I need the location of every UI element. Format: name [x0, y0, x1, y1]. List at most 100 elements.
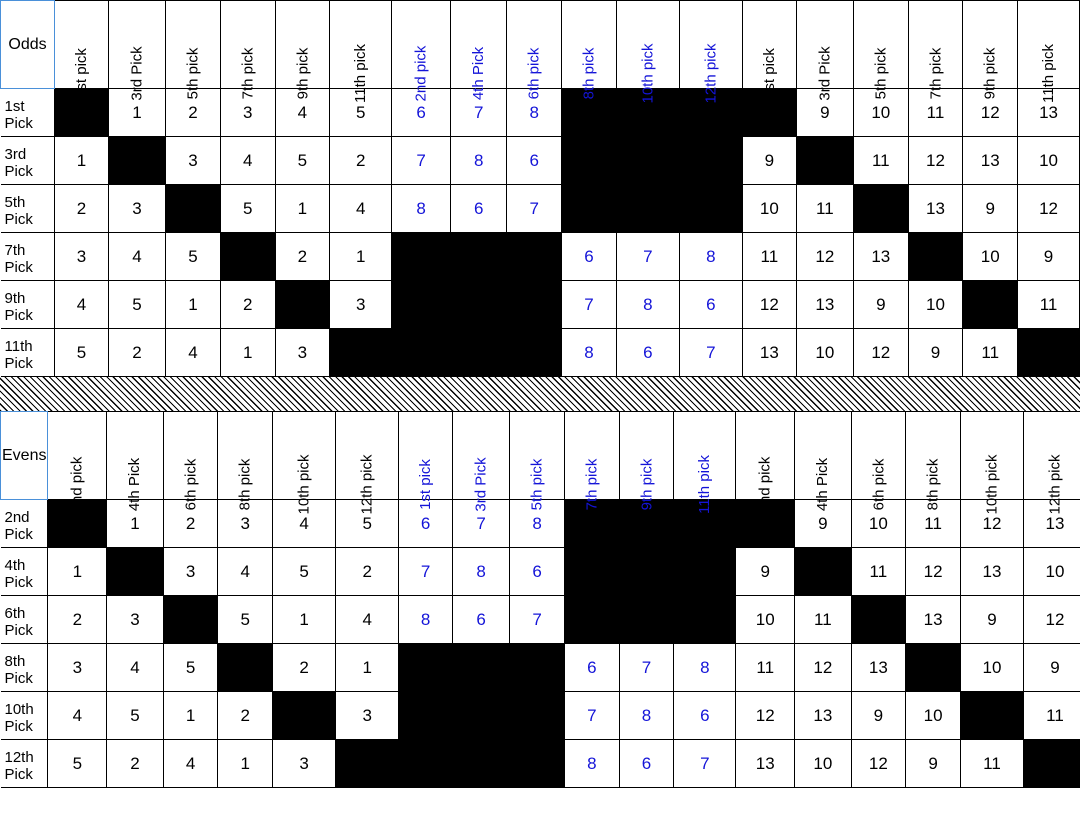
table-row: 11th Pick52413867131012911	[1, 329, 1080, 377]
cell-value: 2	[55, 185, 109, 233]
cell-value: 5	[108, 281, 165, 329]
cell-value: 6	[453, 596, 510, 644]
cell-black	[107, 548, 163, 596]
cell-black	[399, 740, 453, 788]
cell-value: 8	[619, 692, 674, 740]
cell-value: 9	[736, 548, 795, 596]
cell-black	[960, 692, 1023, 740]
cell-value: 6	[679, 281, 742, 329]
cell-value: 10	[906, 692, 961, 740]
column-header: 8th pick	[562, 1, 617, 89]
column-header: 9th pick	[963, 1, 1018, 89]
cell-value: 13	[960, 548, 1023, 596]
column-header: 10th pick	[960, 412, 1023, 500]
cell-value: 1	[273, 596, 336, 644]
cell-value: 6	[451, 185, 507, 233]
cell-value: 6	[510, 548, 565, 596]
row-header: 5th Pick	[1, 185, 55, 233]
cell-value: 2	[218, 692, 273, 740]
divider-hatch	[0, 377, 1080, 411]
cell-value: 8	[564, 740, 619, 788]
cell-value: 5	[163, 644, 218, 692]
row-header: 7th Pick	[1, 233, 55, 281]
column-header: 1st pick	[399, 412, 453, 500]
cell-value: 1	[166, 281, 221, 329]
column-header: 9th pick	[275, 1, 330, 89]
column-header: 6th pick	[851, 412, 906, 500]
cell-value: 13	[742, 329, 796, 377]
cell-value: 13	[795, 692, 851, 740]
cell-value: 7	[619, 644, 674, 692]
cell-value: 10	[1023, 548, 1080, 596]
cell-value: 5	[55, 329, 109, 377]
cell-value: 4	[108, 233, 165, 281]
column-header: 9th pick	[619, 412, 674, 500]
cell-value: 3	[166, 137, 221, 185]
cell-value: 10	[795, 740, 851, 788]
column-header: 3rd Pick	[453, 412, 510, 500]
cell-black	[451, 233, 507, 281]
column-header: 12th pick	[336, 412, 399, 500]
cell-value: 3	[108, 185, 165, 233]
row-header: 4th Pick	[1, 548, 48, 596]
cell-black	[507, 233, 562, 281]
cell-value: 13	[851, 644, 906, 692]
cell-value: 13	[736, 740, 795, 788]
cell-value: 12	[742, 281, 796, 329]
column-header: 10th pick	[273, 412, 336, 500]
cell-value: 7	[507, 185, 562, 233]
row-header: 10th Pick	[1, 692, 48, 740]
cell-value: 3	[273, 740, 336, 788]
cell-black	[674, 596, 736, 644]
cell-value: 8	[451, 137, 507, 185]
cell-value: 11	[853, 137, 908, 185]
cell-black	[336, 740, 399, 788]
cell-value: 4	[336, 596, 399, 644]
column-header: 5th pick	[853, 1, 908, 89]
cell-value: 2	[275, 233, 330, 281]
cell-value: 8	[392, 185, 451, 233]
cell-value: 11	[1018, 281, 1080, 329]
table-row: 9th Pick45123786121391011	[1, 281, 1080, 329]
row-header: 3rd Pick	[1, 137, 55, 185]
cell-value: 13	[908, 185, 963, 233]
table-row: 4th Pick13452786911121310	[1, 548, 1080, 596]
cell-value: 13	[853, 233, 908, 281]
cell-value: 12	[851, 740, 906, 788]
cell-value: 3	[48, 644, 107, 692]
cell-black	[399, 644, 453, 692]
cell-black	[507, 281, 562, 329]
table-row: 12th Pick52413867131012911	[1, 740, 1080, 788]
cell-value: 10	[963, 233, 1018, 281]
cell-black	[562, 185, 617, 233]
cell-value: 9	[960, 596, 1023, 644]
cell-value: 10	[908, 281, 963, 329]
cell-value: 7	[564, 692, 619, 740]
cell-value: 6	[619, 740, 674, 788]
cell-value: 1	[330, 233, 392, 281]
cell-value: 7	[674, 740, 736, 788]
cell-value: 7	[679, 329, 742, 377]
column-header: 7th pick	[220, 1, 275, 89]
column-header: 12th pick	[679, 1, 742, 89]
cell-black	[220, 233, 275, 281]
cell-black	[619, 596, 674, 644]
cell-black	[392, 233, 451, 281]
corner-label: Odds	[1, 1, 55, 89]
table-row: 5th Pick23514867101113912	[1, 185, 1080, 233]
cell-black	[507, 329, 562, 377]
cell-value: 2	[48, 596, 107, 644]
cell-value: 3	[336, 692, 399, 740]
cell-value: 7	[616, 233, 679, 281]
cell-black	[796, 137, 853, 185]
cell-black	[674, 548, 736, 596]
cell-value: 9	[1023, 644, 1080, 692]
cell-value: 13	[796, 281, 853, 329]
cell-black	[273, 692, 336, 740]
cell-value: 2	[220, 281, 275, 329]
cell-black	[166, 185, 221, 233]
cell-black	[963, 281, 1018, 329]
cell-value: 8	[399, 596, 453, 644]
cell-value: 9	[963, 185, 1018, 233]
cell-black	[1023, 740, 1080, 788]
